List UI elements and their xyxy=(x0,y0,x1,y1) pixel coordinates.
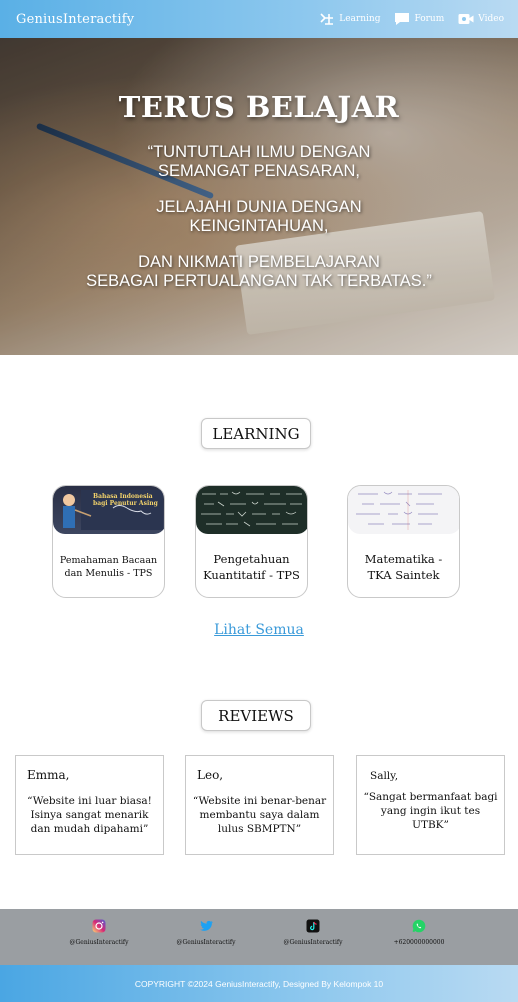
copyright-text: COPYRIGHT ©2024 GeniusInteractify, Desig… xyxy=(134,978,384,989)
reviews-heading: REVIEWS xyxy=(201,700,311,731)
review-card: Leo, “Website ini benar-benar membantu s… xyxy=(185,755,334,855)
hero-title: TERUS BELAJAR xyxy=(118,90,400,124)
thumbnail-caption: Bahasa Indonesia xyxy=(93,493,153,500)
social-link-instagram[interactable]: @GeniusInteractify xyxy=(54,919,144,946)
course-card-matematika-tka[interactable]: Matematika - TKA Saintek xyxy=(347,485,460,598)
math-notes-image xyxy=(356,490,442,530)
course-thumbnail xyxy=(348,486,459,534)
reviewer-name: Emma, xyxy=(27,768,70,782)
whatsapp-icon xyxy=(412,919,426,933)
nav-link-forum[interactable]: Forum xyxy=(394,12,444,26)
hero-overlay xyxy=(0,38,518,355)
nav-link-forum-label: Forum xyxy=(414,14,445,24)
thumbnail-caption: bagi Penutur Asing xyxy=(93,500,159,507)
course-thumbnail xyxy=(196,486,307,534)
instagram-icon xyxy=(92,919,106,933)
course-card-label: Pemahaman Bacaan dan Menulis - TPS xyxy=(59,554,158,579)
brand-logo[interactable]: GeniusInteractify xyxy=(16,12,134,27)
course-card-pemahaman-bacaan[interactable]: Bahasa Indonesia bagi Penutur Asing Pema… xyxy=(52,485,165,598)
learning-icon xyxy=(320,13,334,25)
hero-quote-line: SEBAGAI PERTUALANGAN TAK TERBATAS.” xyxy=(86,272,432,290)
nav-link-learning[interactable]: Learning xyxy=(319,12,380,26)
review-quote: “Website ini luar biasa! Isinya sangat m… xyxy=(27,795,152,835)
hero-quote-line: “TUNTUTLAH ILMU DENGAN xyxy=(147,143,371,161)
twitter-icon xyxy=(200,920,213,931)
review-quote: “Website ini benar-benar membantu saya d… xyxy=(192,795,327,835)
chalkboard-equations-image xyxy=(201,491,302,527)
teacher-illustration: Bahasa Indonesia bagi Penutur Asing xyxy=(63,490,163,530)
social-links-bar: @GeniusInteractify @GeniusInteractify @G… xyxy=(0,909,518,965)
social-handle: @GeniusInteractify xyxy=(283,939,343,946)
review-card: Emma, “Website ini luar biasa! Isinya sa… xyxy=(15,755,164,855)
hero-quote-line: JELAJAHI DUNIA DENGAN xyxy=(156,198,362,216)
chat-bubble-icon xyxy=(395,13,410,25)
course-card-label: Matematika - TKA Saintek xyxy=(364,551,443,582)
hero-quote-line: SEMANGAT PENASARAN, xyxy=(157,162,361,180)
social-handle: @GeniusInteractify xyxy=(176,939,236,946)
social-handle: @GeniusInteractify xyxy=(69,939,129,946)
footer: COPYRIGHT ©2024 GeniusInteractify, Desig… xyxy=(0,965,518,1002)
social-handle: +620000000000 xyxy=(393,939,445,946)
top-navbar: GeniusInteractify Learning Forum Video xyxy=(0,0,518,38)
reviewer-name: Sally, xyxy=(370,770,399,782)
hero-quote-line: KEINGINTAHUAN, xyxy=(189,217,329,235)
course-card-pengetahuan-kuantitatif[interactable]: Pengetahuan Kuantitatif - TPS xyxy=(195,485,308,598)
hero-quote-line: DAN NIKMATI PEMBELAJARAN xyxy=(138,253,380,271)
nav-link-video-label: Video xyxy=(478,14,504,24)
learning-heading: LEARNING xyxy=(201,418,311,449)
tiktok-icon xyxy=(306,919,320,933)
social-link-twitter[interactable]: @GeniusInteractify xyxy=(161,919,251,946)
reviewer-name: Leo, xyxy=(197,768,224,782)
hero-banner: TERUS BELAJAR “TUNTUTLAH ILMU DENGAN SEM… xyxy=(0,38,518,355)
see-all-link[interactable]: Lihat Semua xyxy=(0,622,518,638)
nav-links: Learning Forum Video xyxy=(319,12,504,26)
course-card-label: Pengetahuan Kuantitatif - TPS xyxy=(203,551,300,582)
social-link-whatsapp[interactable]: +620000000000 xyxy=(374,919,464,946)
review-quote: “Sangat bermanfaat bagi yang ingin ikut … xyxy=(363,791,498,831)
course-thumbnail: Bahasa Indonesia bagi Penutur Asing xyxy=(53,486,164,534)
nav-link-learning-label: Learning xyxy=(339,14,381,24)
nav-link-video[interactable]: Video xyxy=(458,12,504,26)
review-card: Sally, “Sangat bermanfaat bagi yang ingi… xyxy=(356,755,505,855)
video-camera-icon xyxy=(458,14,474,24)
social-link-tiktok[interactable]: @GeniusInteractify xyxy=(268,919,358,946)
